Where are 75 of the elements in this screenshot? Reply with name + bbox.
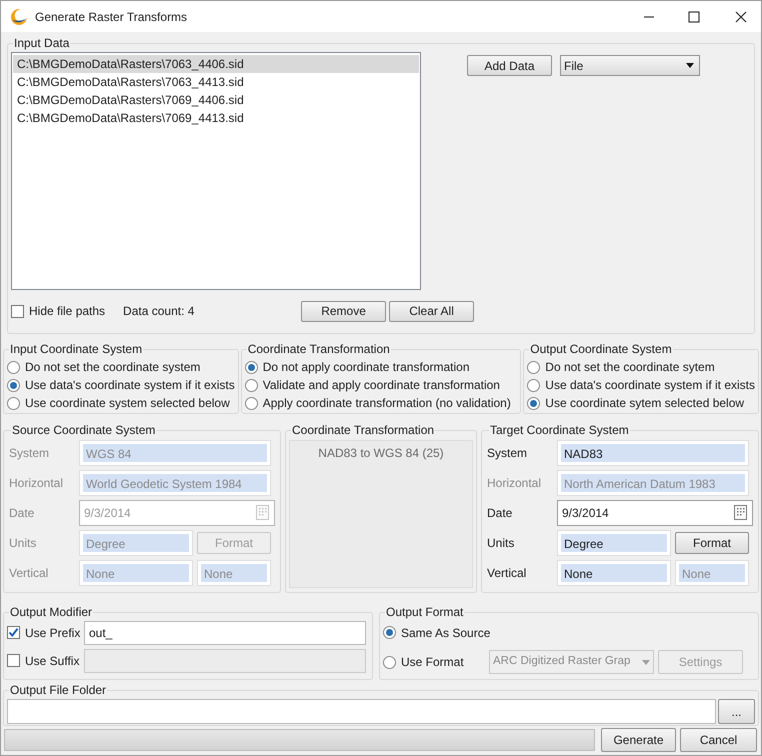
radio-button[interactable] bbox=[7, 360, 20, 374]
radio-label: Use coordinate sytem selected below bbox=[545, 395, 744, 412]
radio-label: Use data's coordinate system if it exists bbox=[545, 377, 755, 394]
field-label: Horizontal bbox=[9, 475, 64, 492]
date-field[interactable]: 9/3/2014 bbox=[557, 500, 753, 526]
radio-label: Use data's coordinate system if it exists bbox=[25, 377, 235, 394]
group-title: Coordinate Transformation bbox=[291, 422, 436, 439]
group-title: Coordinate Transformation bbox=[246, 341, 391, 358]
group-title: Target Coordinate System bbox=[489, 422, 630, 439]
radio-label: Do not apply coordinate transformation bbox=[262, 359, 470, 376]
generate-button[interactable]: Generate bbox=[601, 728, 676, 752]
file-list-item[interactable]: C:\BMGDemoData\Rasters\7063_4406.sid bbox=[13, 55, 419, 73]
field-label: Date bbox=[9, 505, 36, 522]
prefix-field[interactable]: out_ bbox=[84, 620, 366, 644]
field-label: Horizontal bbox=[487, 475, 542, 492]
radio-button[interactable] bbox=[527, 378, 540, 392]
text-field[interactable]: Degree bbox=[557, 530, 671, 556]
checkbox[interactable] bbox=[11, 304, 24, 318]
transformation-list[interactable]: NAD83 to WGS 84 (25) bbox=[289, 440, 473, 588]
dropdown-arrow-icon bbox=[642, 660, 650, 664]
field-label: Date bbox=[487, 505, 514, 522]
suffix-field[interactable] bbox=[84, 648, 366, 672]
radio-button[interactable] bbox=[244, 378, 258, 392]
group-title: Input Data bbox=[13, 35, 70, 52]
folder-path-field[interactable] bbox=[7, 699, 716, 724]
radio-label: Use Format bbox=[401, 654, 464, 671]
radio-label: Do not set the coordinate sytem bbox=[545, 359, 715, 376]
radio-label: Validate and apply coordinate transformation bbox=[262, 377, 500, 394]
field-label: Vertical bbox=[487, 565, 528, 582]
browse-button[interactable]: ... bbox=[718, 699, 755, 724]
group-title: Output Modifier bbox=[9, 604, 94, 621]
window-title: Generate Raster Transforms bbox=[35, 8, 188, 26]
clear-all-button[interactable]: Clear All bbox=[389, 300, 474, 322]
text-field[interactable]: NAD83 bbox=[557, 440, 749, 466]
data-count-label: Data count: 4 bbox=[123, 303, 196, 320]
field-label: System bbox=[9, 445, 50, 462]
add-data-button[interactable]: Add Data bbox=[467, 55, 552, 76]
close-icon bbox=[735, 10, 747, 22]
radio-button[interactable] bbox=[527, 396, 540, 410]
file-list[interactable]: C:\BMGDemoData\Rasters\7063_4406.sid C:\BMGDemoData\Rasters\7063_4413.sid C:\BMGDemoData\Rasters\7069_4406.sid C:\BMGDemoData\Rasters\7069_4413.sid bbox=[11, 52, 421, 290]
checkbox-label: Hide file paths bbox=[29, 303, 106, 320]
field-label: System bbox=[487, 445, 528, 462]
field-label: Units bbox=[487, 535, 516, 552]
field-label: Units bbox=[9, 535, 38, 552]
radio-label: Do not set the coordinate system bbox=[25, 359, 200, 376]
group-title: Output File Folder bbox=[9, 682, 108, 699]
radio-button[interactable] bbox=[527, 360, 540, 374]
group-title: Source Coordinate System bbox=[11, 422, 156, 439]
radio-label: Use coordinate system selected below bbox=[25, 395, 230, 412]
group-title: Input Coordinate System bbox=[9, 341, 144, 358]
radio-label: Apply coordinate transformation (no validation) bbox=[262, 395, 511, 412]
app-logo-icon bbox=[10, 8, 28, 26]
calendar-icon bbox=[256, 505, 270, 521]
cancel-button[interactable]: Cancel bbox=[680, 728, 757, 752]
checkbox[interactable] bbox=[7, 626, 20, 639]
checkbox-label: Use Prefix bbox=[25, 624, 82, 642]
dropdown-arrow-icon bbox=[686, 63, 694, 68]
maximize-icon bbox=[688, 10, 700, 22]
radio-button[interactable] bbox=[383, 626, 396, 639]
checkbox[interactable] bbox=[7, 654, 20, 667]
radio-button[interactable] bbox=[7, 396, 20, 410]
calendar-icon bbox=[734, 505, 748, 521]
radio-label: Same As Source bbox=[401, 624, 490, 642]
text-field[interactable]: None bbox=[557, 560, 671, 586]
format-button[interactable]: Format bbox=[675, 532, 749, 554]
remove-button[interactable]: Remove bbox=[301, 300, 386, 322]
source-type-dropdown[interactable]: File bbox=[560, 55, 700, 76]
radio-button[interactable] bbox=[244, 360, 258, 374]
group-title: Output Format bbox=[385, 604, 464, 621]
group-title: Output Coordinate System bbox=[529, 341, 673, 358]
checkbox-label: Use Suffix bbox=[25, 652, 80, 670]
radio-button[interactable] bbox=[7, 378, 20, 392]
radio-button[interactable] bbox=[383, 656, 396, 668]
radio-button[interactable] bbox=[244, 396, 258, 410]
field-label: Vertical bbox=[9, 565, 50, 582]
